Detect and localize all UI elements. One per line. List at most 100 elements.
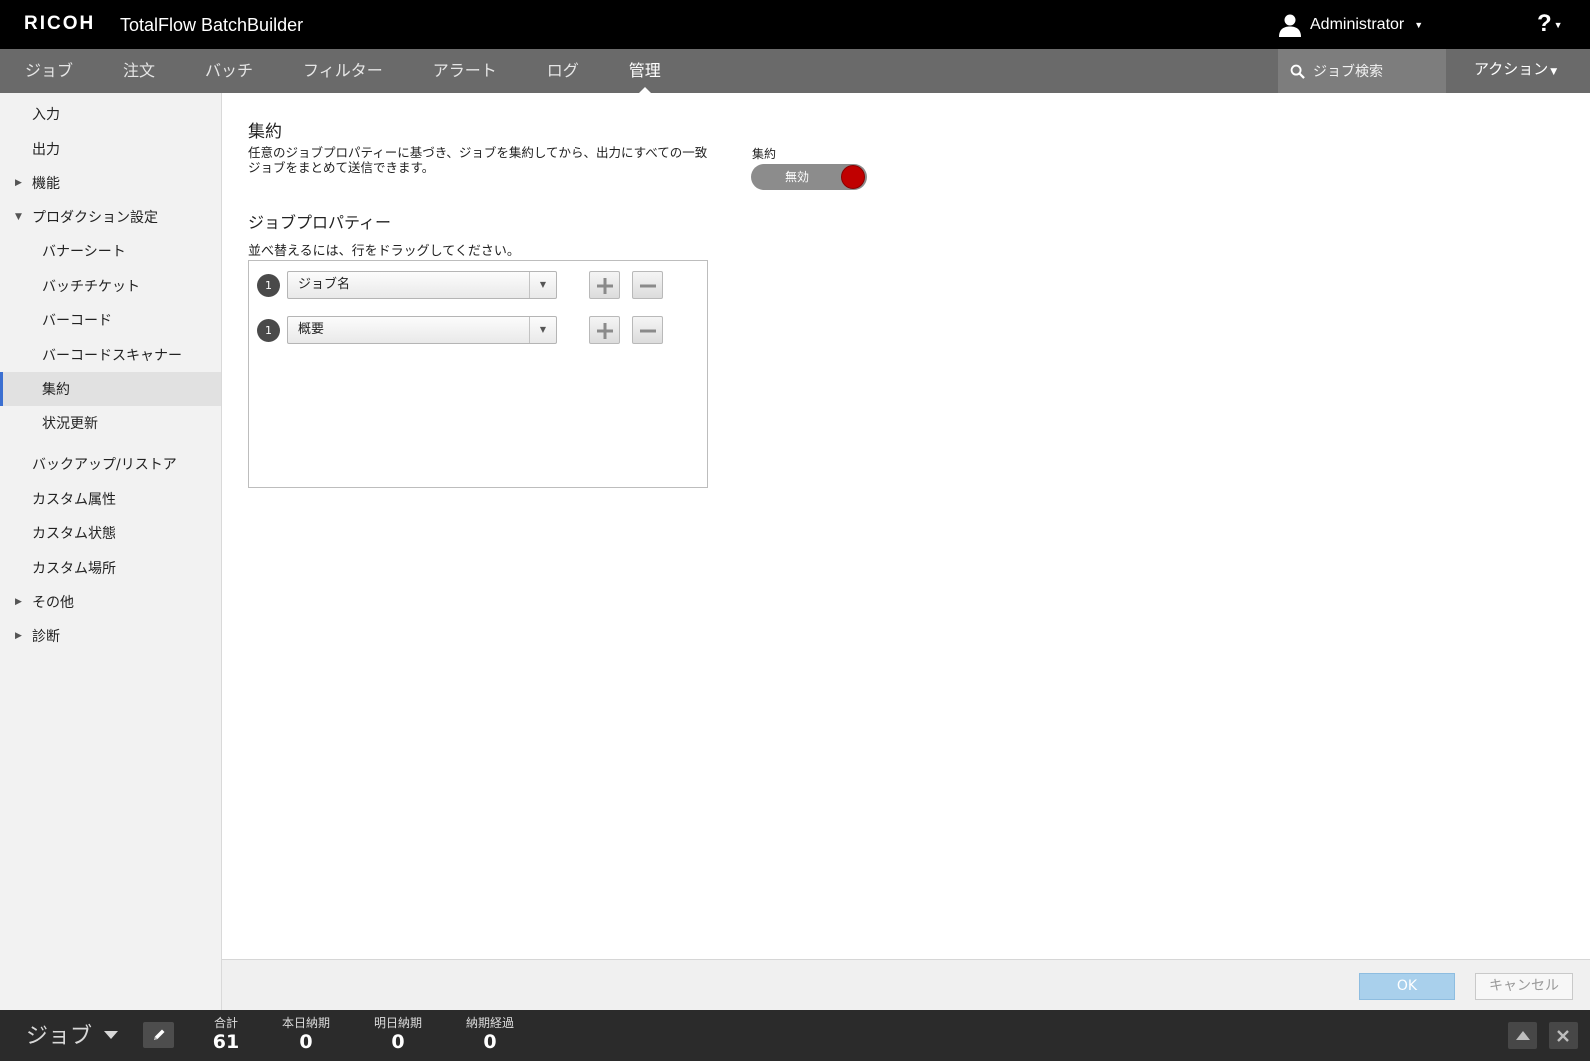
sidebar-item-aggregation[interactable]: 集約 — [0, 372, 221, 406]
view-selector[interactable]: ジョブ — [26, 1018, 92, 1050]
row-number-badge: 1 — [257, 274, 280, 297]
tab-batches[interactable]: バッチ — [180, 49, 278, 93]
stat-value: 0 — [299, 1031, 313, 1053]
title-bar: RICOH TotalFlow BatchBuilder Administrat… — [0, 0, 1590, 49]
minus-icon — [640, 284, 656, 288]
sidebar-item-label: 集約 — [42, 382, 70, 398]
expand-triangle-icon[interactable]: ▶ — [15, 631, 22, 641]
ok-button[interactable]: OK — [1359, 973, 1455, 1000]
property-select[interactable]: 概要 ▼ — [287, 316, 557, 344]
collapse-triangle-icon[interactable]: ▼ — [15, 212, 22, 222]
aggregation-toggle[interactable]: 無効 — [751, 164, 867, 190]
expand-panel-button[interactable] — [1508, 1022, 1537, 1049]
property-select[interactable]: ジョブ名 ▼ — [287, 271, 557, 299]
sidebar-item-label: 状況更新 — [42, 416, 98, 432]
stat-due-today: 本日納期 0 — [276, 1014, 336, 1053]
chevron-down-icon: ▼ — [1414, 20, 1424, 30]
tab-orders[interactable]: 注文 — [98, 49, 180, 93]
sidebar-item-other[interactable]: ▶ その他 — [0, 585, 221, 619]
plus-icon — [597, 278, 613, 294]
sidebar-item-label: 入力 — [32, 107, 60, 123]
sidebar-item-banner-sheet[interactable]: バナーシート — [0, 234, 221, 268]
job-search-input[interactable]: ジョブ検索 — [1278, 49, 1446, 93]
remove-row-button[interactable] — [632, 316, 663, 344]
stat-overdue: 納期経過 0 — [460, 1014, 520, 1053]
stat-value: 0 — [391, 1031, 405, 1053]
user-name: Administrator — [1310, 16, 1405, 33]
sidebar-item-label: 出力 — [32, 142, 60, 158]
tab-logs[interactable]: ログ — [522, 49, 604, 93]
tab-filters[interactable]: フィルター — [278, 49, 408, 93]
sidebar-item-custom-locations[interactable]: カスタム場所 — [0, 551, 221, 585]
sidebar-item-barcode-scanner[interactable]: バーコードスキャナー — [0, 338, 221, 372]
sidebar-item-barcode[interactable]: バーコード — [0, 303, 221, 337]
expand-triangle-icon[interactable]: ▶ — [15, 178, 22, 188]
sidebar-item-label: その他 — [32, 595, 74, 611]
close-panel-button[interactable] — [1549, 1022, 1578, 1049]
sidebar-item-diagnostics[interactable]: ▶ 診断 — [0, 619, 221, 653]
stat-total: 合計 61 — [208, 1014, 244, 1053]
job-properties-title: ジョブプロパティー — [248, 213, 392, 232]
page-description: 任意のジョブプロパティーに基づき、ジョブを集約してから、出力にすべての一致ジョブ… — [248, 145, 708, 175]
add-row-button[interactable] — [589, 316, 620, 344]
sidebar-item-custom-states[interactable]: カスタム状態 — [0, 516, 221, 550]
sidebar-item-label: バナーシート — [42, 244, 126, 260]
tab-admin[interactable]: 管理 — [604, 49, 686, 93]
triangle-up-icon — [1516, 1031, 1530, 1040]
sidebar-item-features[interactable]: ▶ 機能 — [0, 166, 221, 200]
sidebar-item-label: バッチチケット — [42, 279, 140, 295]
stat-label: 本日納期 — [281, 1016, 330, 1030]
chevron-down-icon: ▼ — [1550, 67, 1558, 77]
stat-due-tomorrow: 明日納期 0 — [368, 1014, 428, 1053]
sidebar-item-input[interactable]: 入力 — [0, 97, 221, 131]
main-nav: ジョブ 注文 バッチ フィルター アラート ログ 管理 ジョブ検索 アクション ▼ — [0, 49, 1590, 93]
sidebar-item-output[interactable]: 出力 — [0, 132, 221, 166]
help-menu[interactable]: ? ▼ — [1537, 10, 1563, 38]
user-menu[interactable]: Administrator ▼ — [1278, 12, 1423, 38]
tab-jobs[interactable]: ジョブ — [0, 49, 98, 93]
sidebar-item-status-update[interactable]: 状況更新 — [0, 406, 221, 440]
page-title: 集約 — [248, 122, 282, 142]
sidebar-item-label: 診断 — [32, 629, 60, 645]
sidebar-item-custom-attributes[interactable]: カスタム属性 — [0, 482, 221, 516]
sidebar-item-label: カスタム場所 — [32, 561, 116, 577]
sidebar-item-label: バーコード — [42, 313, 112, 329]
property-select-value: ジョブ名 — [298, 277, 351, 292]
chevron-down-icon: ▼ — [1553, 19, 1563, 30]
sidebar-item-label: バックアップ/リストア — [32, 457, 177, 473]
property-row[interactable]: 1 ジョブ名 ▼ — [257, 271, 677, 299]
sidebar-item-label: 機能 — [32, 176, 60, 192]
edit-button[interactable] — [143, 1022, 174, 1048]
add-row-button[interactable] — [589, 271, 620, 299]
stat-value: 61 — [212, 1031, 240, 1053]
search-icon — [1290, 64, 1305, 79]
sidebar-item-backup-restore[interactable]: バックアップ/リストア — [0, 447, 221, 481]
cancel-button[interactable]: キャンセル — [1475, 973, 1573, 1000]
sidebar-item-label: バーコードスキャナー — [42, 348, 182, 364]
property-row[interactable]: 1 概要 ▼ — [257, 316, 677, 344]
close-icon — [1557, 1030, 1569, 1042]
toggle-label: 集約 — [752, 147, 777, 161]
caret-down-icon[interactable] — [104, 1031, 118, 1039]
stat-label: 合計 — [213, 1016, 238, 1030]
job-properties-list: 1 ジョブ名 ▼ 1 概要 ▼ — [248, 260, 708, 488]
pencil-icon — [154, 1029, 165, 1040]
drag-hint: 並べ替えるには、行をドラッグしてください。 — [248, 244, 520, 259]
row-number-badge: 1 — [257, 319, 280, 342]
remove-row-button[interactable] — [632, 271, 663, 299]
expand-triangle-icon[interactable]: ▶ — [15, 597, 22, 607]
help-icon: ? — [1537, 10, 1552, 37]
minus-icon — [640, 329, 656, 333]
stat-label: 明日納期 — [373, 1016, 422, 1030]
user-icon — [1279, 14, 1301, 37]
sidebar-item-batch-ticket[interactable]: バッチチケット — [0, 269, 221, 303]
sidebar-item-label: カスタム状態 — [32, 526, 116, 542]
admin-sidebar: 入力 出力 ▶ 機能 ▼ プロダクション設定 バナーシート バッチチケット バー… — [0, 93, 222, 1010]
action-menu[interactable]: アクション ▼ — [1474, 49, 1557, 93]
stat-value: 0 — [483, 1031, 497, 1053]
tab-alerts[interactable]: アラート — [408, 49, 522, 93]
stat-label: 納期経過 — [465, 1016, 514, 1030]
dialog-footer: OK キャンセル — [222, 959, 1590, 1010]
settings-panel: 集約 任意のジョブプロパティーに基づき、ジョブを集約してから、出力にすべての一致… — [222, 93, 1590, 959]
sidebar-item-production-settings[interactable]: ▼ プロダクション設定 — [0, 200, 221, 234]
